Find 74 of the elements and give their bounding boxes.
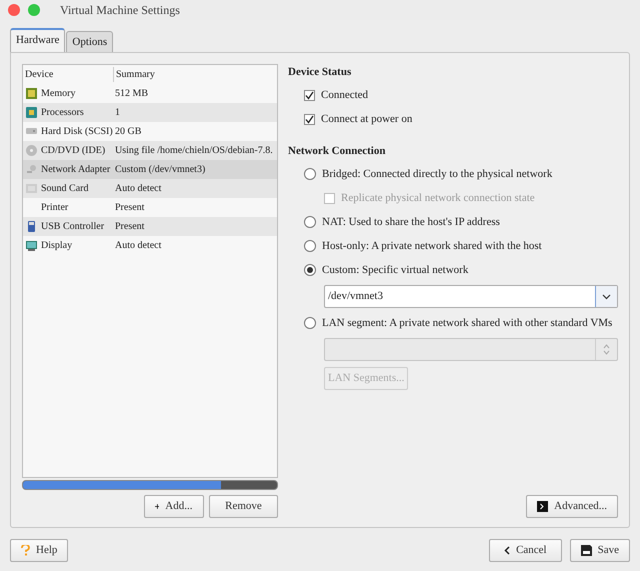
help-icon bbox=[21, 545, 30, 556]
table-cell-text: Network Adapter bbox=[41, 163, 110, 177]
disc-icon bbox=[25, 144, 38, 157]
device-row[interactable]: USB Controller Present bbox=[23, 217, 277, 236]
scrollbar-thumb[interactable] bbox=[23, 480, 222, 488]
tab[interactable]: Hardware bbox=[10, 28, 66, 52]
table-cell: Present bbox=[115, 202, 144, 213]
close-button[interactable] bbox=[8, 4, 20, 16]
terminal-icon bbox=[537, 501, 548, 512]
checkbox-label: Connect at power on bbox=[321, 112, 412, 128]
table-cell-text: Display bbox=[41, 239, 72, 253]
table-cell-text: CD/DVD (IDE) bbox=[41, 144, 106, 158]
back-icon bbox=[504, 546, 510, 555]
device-row[interactable]: Hard Disk (SCSI) 20 GB bbox=[23, 122, 277, 141]
usb-icon bbox=[25, 220, 38, 233]
advanced-button[interactable]: Advanced... bbox=[526, 495, 618, 518]
table-cell: Auto detect bbox=[115, 183, 162, 194]
device-row[interactable]: Sound Card Auto detect bbox=[23, 179, 277, 198]
table-cell-text: Printer bbox=[41, 201, 68, 215]
table-cell-text: Processors bbox=[41, 106, 84, 120]
table-cell-text: Hard Disk (SCSI) bbox=[41, 125, 113, 139]
window-title: Virtual Machine Settings bbox=[60, 2, 180, 19]
plus-icon bbox=[154, 502, 160, 511]
radio-button[interactable] bbox=[304, 168, 316, 180]
remove-button[interactable]: Remove bbox=[209, 495, 278, 518]
radio-button[interactable] bbox=[304, 264, 316, 276]
table-cell: Using file /home/chieln/OS/debian-7.8. bbox=[115, 145, 273, 156]
processor-icon bbox=[25, 106, 38, 119]
add-button[interactable]: Add... bbox=[144, 495, 204, 518]
table-cell: Present bbox=[115, 221, 144, 232]
device-row[interactable]: Printer Present bbox=[23, 198, 277, 217]
horizontal-scrollbar[interactable] bbox=[22, 480, 278, 490]
checkbox-label: Connected bbox=[321, 88, 368, 104]
table-cell-text: Memory bbox=[41, 87, 76, 101]
table-cell: Custom (/dev/vmnet3) bbox=[115, 164, 206, 175]
help-button[interactable]: Help bbox=[10, 539, 68, 562]
radio-label: NAT: Used to share the host's IP address bbox=[322, 214, 500, 230]
dropdown[interactable]: /dev/vmnet3 bbox=[324, 285, 618, 308]
device-row[interactable]: Processors 1 bbox=[23, 103, 277, 122]
column-header[interactable]: Device bbox=[23, 67, 113, 82]
table-cell-text: USB Controller bbox=[41, 220, 104, 234]
checkbox[interactable] bbox=[304, 114, 315, 125]
network-icon bbox=[25, 163, 38, 176]
section-title: Network Connection bbox=[288, 144, 386, 158]
device-row[interactable]: Memory 512 MB bbox=[23, 84, 277, 103]
memory-icon bbox=[25, 87, 38, 100]
section-title: Device Status bbox=[288, 65, 352, 80]
radio-label: LAN segment: A private network shared with other standard VMs bbox=[322, 316, 612, 331]
checkbox[interactable] bbox=[304, 90, 315, 101]
radio-button[interactable] bbox=[304, 216, 316, 228]
table-cell: 1 bbox=[115, 107, 120, 118]
cancel-button[interactable]: Cancel bbox=[489, 539, 562, 562]
radio-label: Host-only: A private network shared with the host bbox=[322, 238, 542, 254]
table-cell: 20 GB bbox=[115, 126, 142, 137]
radio-button[interactable] bbox=[304, 317, 316, 329]
stepper-icon bbox=[603, 344, 610, 355]
checkbox-label: Replicate physical network connection state bbox=[341, 190, 535, 206]
sound-card-icon bbox=[25, 182, 38, 195]
radio-label: Custom: Specific virtual network bbox=[322, 262, 468, 278]
table-cell-text: Sound Card bbox=[41, 182, 88, 196]
device-row[interactable]: Network Adapter Custom (/dev/vmnet3) bbox=[23, 160, 277, 179]
radio-button[interactable] bbox=[304, 240, 316, 252]
device-row[interactable]: Display Auto detect bbox=[23, 236, 277, 255]
save-icon bbox=[580, 545, 592, 556]
table-cell: Auto detect bbox=[115, 240, 162, 251]
device-row[interactable]: CD/DVD (IDE) Using file /home/chieln/OS/debian-7.8. bbox=[23, 141, 277, 160]
radio-label: Bridged: Connected directly to the physical network bbox=[322, 166, 552, 182]
column-header[interactable]: Summary bbox=[113, 67, 277, 82]
display-icon bbox=[25, 239, 38, 252]
dropdown-value: /dev/vmnet3 bbox=[328, 289, 383, 304]
table-cell: 512 MB bbox=[115, 88, 148, 99]
tab[interactable]: Options bbox=[66, 30, 114, 52]
caret-icon bbox=[602, 294, 611, 300]
save-button[interactable]: Save bbox=[570, 539, 630, 562]
